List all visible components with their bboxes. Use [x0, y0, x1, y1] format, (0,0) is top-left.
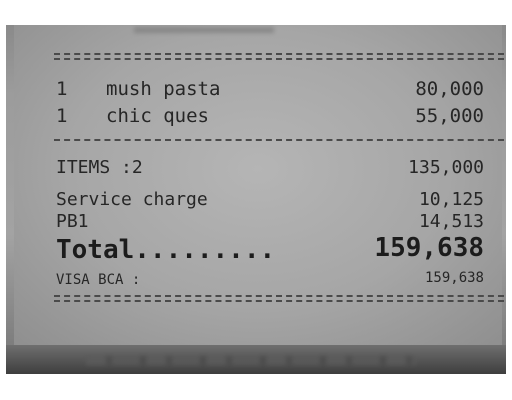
total-value: 159,638 — [374, 233, 484, 263]
bottom-separator — [54, 295, 504, 302]
pb1-tax-value: 14,513 — [418, 211, 484, 232]
total-label: Total......... — [56, 235, 276, 265]
item-qty: 1 — [56, 78, 68, 100]
receipt-photo: 1 mush pasta 80,000 1 chic ques 55,000 I… — [6, 25, 506, 374]
payment-method-label: VISA BCA : — [56, 272, 141, 288]
payment-amount: 159,638 — [424, 270, 484, 286]
items-separator — [54, 139, 504, 141]
service-charge-value: 10,125 — [418, 189, 484, 210]
receipt-paper: 1 mush pasta 80,000 1 chic ques 55,000 I… — [14, 25, 504, 345]
blurred-header-text — [134, 27, 274, 33]
top-separator — [54, 53, 504, 60]
item-qty: 1 — [56, 105, 68, 127]
blurred-footer-text — [86, 356, 416, 365]
service-charge-label: Service charge — [56, 189, 208, 210]
items-subtotal: 135,000 — [408, 157, 484, 178]
pb1-tax-label: PB1 — [56, 211, 89, 232]
item-name: chic ques — [106, 105, 209, 127]
item-price: 80,000 — [415, 78, 484, 100]
item-price: 55,000 — [415, 105, 484, 127]
item-name: mush pasta — [106, 78, 221, 100]
items-count-label: ITEMS :2 — [56, 157, 143, 178]
